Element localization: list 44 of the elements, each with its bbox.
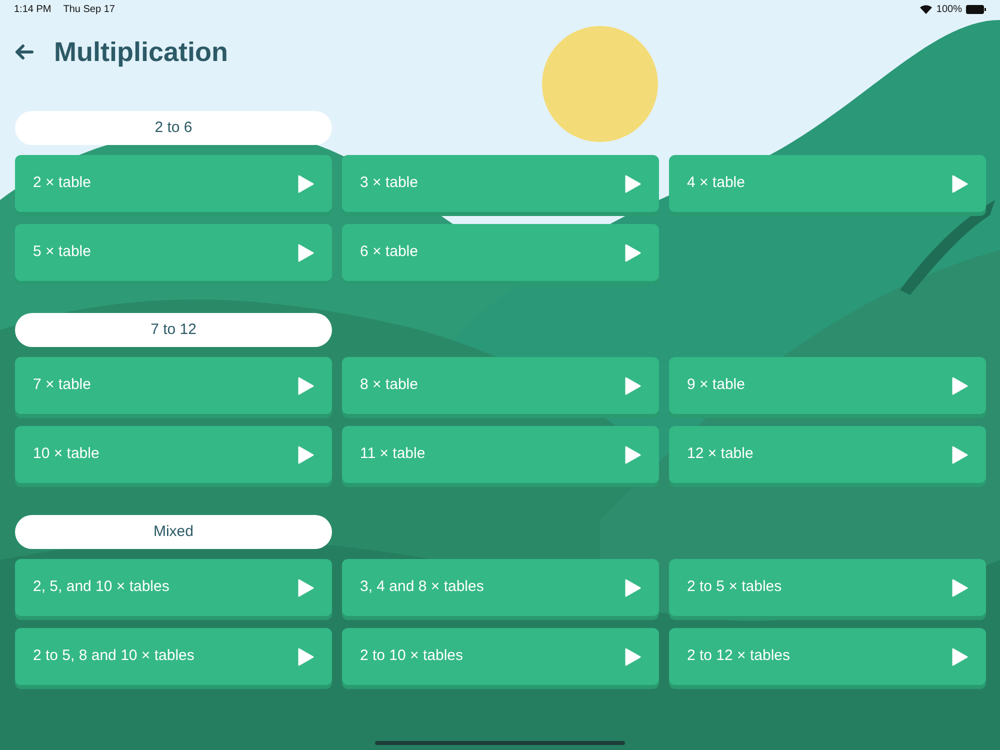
section-header: 2 to 6 <box>15 111 332 145</box>
play-icon <box>952 376 968 394</box>
table-button[interactable]: 9 × table <box>669 357 986 414</box>
table-button[interactable]: 3, 4 and 8 × tables <box>342 559 659 616</box>
play-icon <box>298 578 314 596</box>
table-button[interactable]: 2 to 10 × tables <box>342 628 659 685</box>
table-button[interactable]: 2, 5, and 10 × tables <box>15 559 332 616</box>
table-button[interactable]: 3 × table <box>342 155 659 212</box>
table-button[interactable]: 2 × table <box>15 155 332 212</box>
play-icon <box>625 446 641 464</box>
play-icon <box>298 174 314 192</box>
play-icon <box>952 648 968 666</box>
play-icon <box>298 244 314 262</box>
play-icon <box>952 446 968 464</box>
table-button[interactable]: 4 × table <box>669 155 986 212</box>
table-button[interactable]: 12 × table <box>669 426 986 483</box>
status-date: Thu Sep 17 <box>63 2 115 16</box>
table-button[interactable]: 6 × table <box>342 224 659 281</box>
table-button[interactable]: 8 × table <box>342 357 659 414</box>
section-header: 7 to 12 <box>15 313 332 347</box>
page-title: Multiplication <box>54 36 228 69</box>
table-button[interactable]: 2 to 5 × tables <box>669 559 986 616</box>
play-icon <box>625 174 641 192</box>
play-icon <box>298 376 314 394</box>
status-time: 1:14 PM <box>14 2 52 16</box>
back-arrow-icon <box>14 44 34 60</box>
play-icon <box>625 376 641 394</box>
battery-percentage: 100% <box>936 2 962 16</box>
table-button[interactable]: 7 × table <box>15 357 332 414</box>
play-icon <box>952 578 968 596</box>
table-button[interactable]: 5 × table <box>15 224 332 281</box>
table-button[interactable]: 10 × table <box>15 426 332 483</box>
play-icon <box>625 244 641 262</box>
back-button[interactable] <box>14 44 34 60</box>
play-icon <box>298 648 314 666</box>
wifi-icon <box>920 4 932 14</box>
table-button[interactable]: 2 to 5, 8 and 10 × tables <box>15 628 332 685</box>
play-icon <box>298 446 314 464</box>
table-button[interactable]: 11 × table <box>342 426 659 483</box>
table-button[interactable]: 2 to 12 × tables <box>669 628 986 685</box>
play-icon <box>952 174 968 192</box>
play-icon <box>625 578 641 596</box>
section-header: Mixed <box>15 515 332 549</box>
play-icon <box>625 648 641 666</box>
